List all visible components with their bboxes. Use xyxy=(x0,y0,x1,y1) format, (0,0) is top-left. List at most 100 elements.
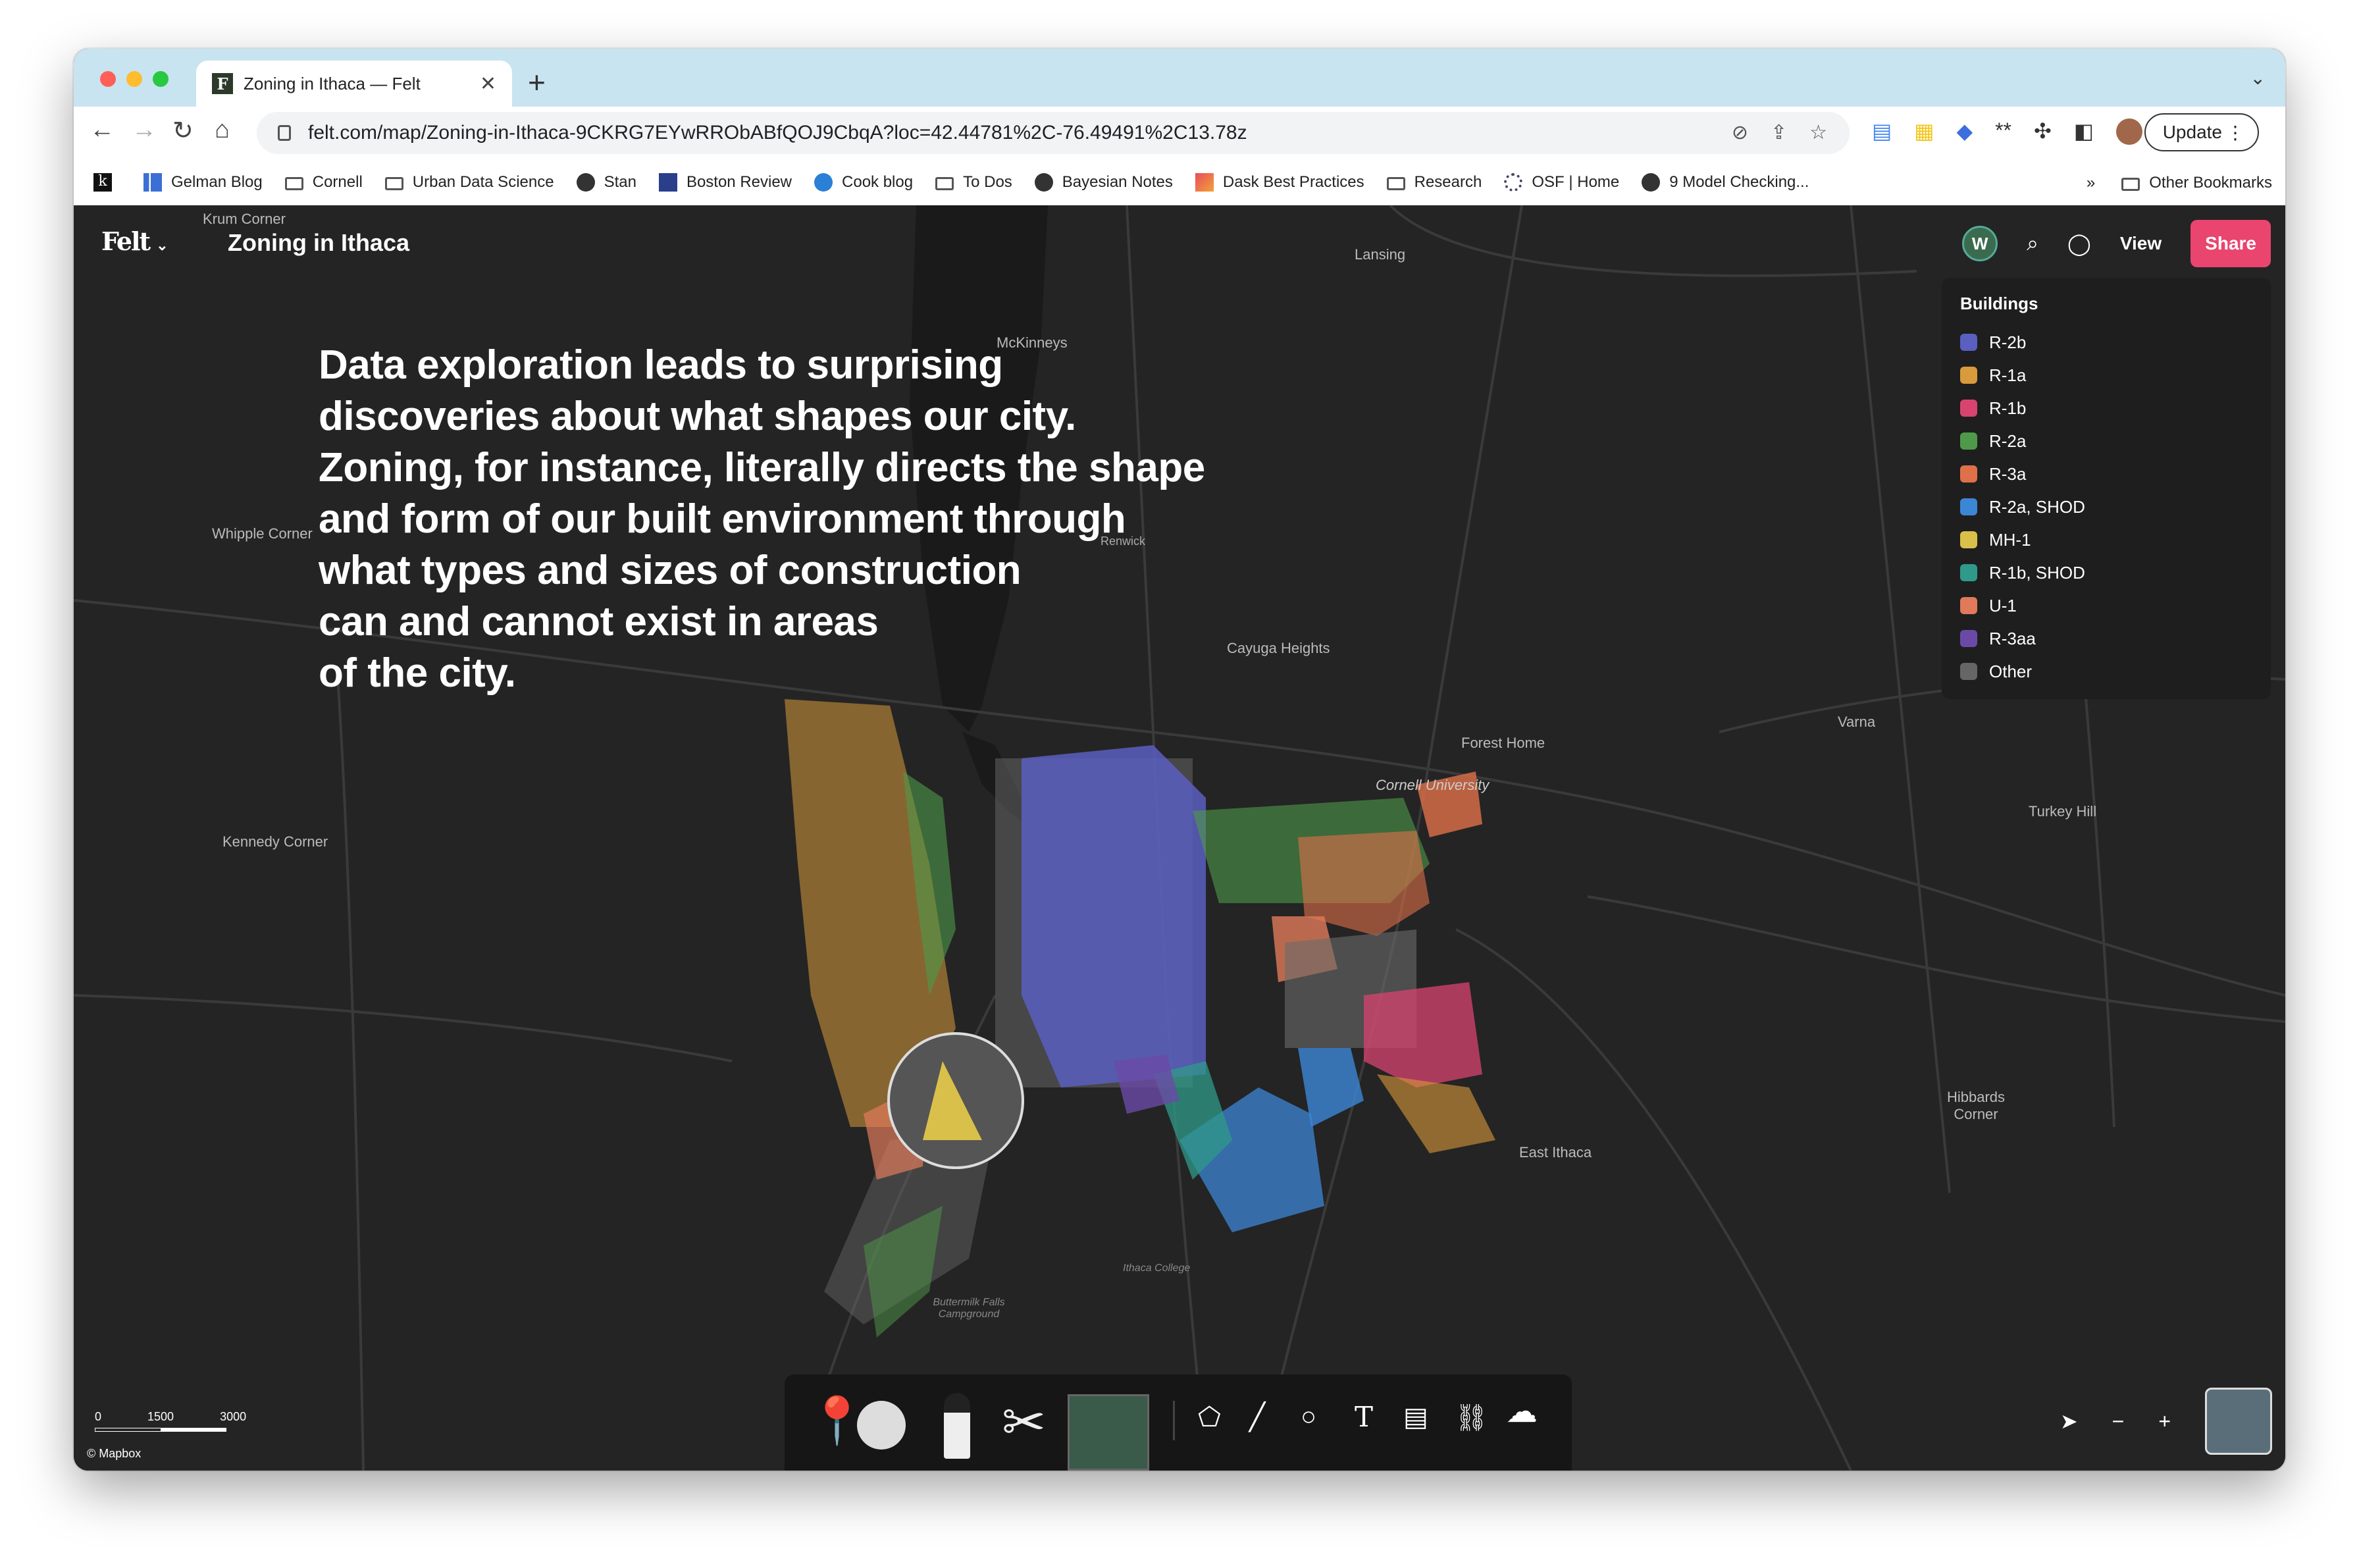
legend-item[interactable]: R-2a xyxy=(1960,425,2252,457)
bookmark-item[interactable]: To Dos xyxy=(935,173,1012,192)
minimize-window-icon[interactable] xyxy=(126,71,142,87)
legend-label: R-2b xyxy=(1989,332,2027,352)
other-bookmarks-label: Other Bookmarks xyxy=(2149,174,2272,192)
note-icon[interactable]: ▤ xyxy=(1403,1402,1428,1432)
line-icon[interactable]: ╱ xyxy=(1249,1402,1265,1432)
legend-item[interactable]: Other xyxy=(1960,655,2252,688)
polygon-icon[interactable]: ⬠ xyxy=(1198,1402,1221,1432)
legend-item[interactable]: R-2b xyxy=(1960,326,2252,359)
upload-icon[interactable]: ☁ xyxy=(1506,1393,1538,1430)
bookmark-item[interactable]: Bayesian Notes xyxy=(1034,172,1173,192)
legend-title: Buildings xyxy=(1960,294,2038,313)
legend-panel: Buildings R-2b R-1a R-1b R-2a R-3a R-2a,… xyxy=(1942,278,2271,699)
bookmarks-bar: k Gelman Blog Cornell Urban Data Science… xyxy=(74,159,2285,205)
drawing-toolbar: 📍 ✂ ⬠ ╱ ○ T ▤ ⛓ ☁ xyxy=(785,1374,1572,1471)
k-icon: k xyxy=(93,172,112,192)
dask-icon xyxy=(1195,172,1214,192)
map-canvas[interactable]: Lansing McKinneys Whipple Corner Kennedy… xyxy=(74,205,2285,1471)
bookmark-item[interactable]: Cook blog xyxy=(814,172,913,192)
basemap-switcher[interactable] xyxy=(2205,1388,2272,1455)
other-bookmarks[interactable]: Other Bookmarks xyxy=(2121,174,2272,192)
osf-icon xyxy=(1504,172,1523,192)
legend-item[interactable]: R-1b xyxy=(1960,392,2252,425)
browser-toolbar: ← → ↻ ⌂ felt.com/map/Zoning-in-Ithaca-9C… xyxy=(74,107,2285,159)
maximize-window-icon[interactable] xyxy=(153,71,168,87)
docs-extension-icon[interactable]: ▤ xyxy=(1872,118,1892,145)
scissors-icon[interactable]: ✂ xyxy=(1002,1392,1046,1453)
marker-icon[interactable] xyxy=(944,1393,970,1459)
legend-item[interactable]: R-1a xyxy=(1960,359,2252,392)
address-bar[interactable]: felt.com/map/Zoning-in-Ithaca-9CKRG7EYwR… xyxy=(257,112,1850,154)
felt-logo-text: Felt xyxy=(101,226,151,256)
bookmark-label: 9 Model Checking... xyxy=(1669,172,1809,191)
map-label: Cayuga Heights xyxy=(1227,640,1330,656)
link-icon[interactable]: ⛓ xyxy=(1455,1402,1488,1433)
bookmark-item[interactable]: Gelman Blog xyxy=(143,172,263,192)
map-label: Forest Home xyxy=(1461,735,1545,751)
reload-icon[interactable]: ↻ xyxy=(172,116,194,145)
legend-item[interactable]: R-2a, SHOD xyxy=(1960,490,2252,523)
folder-icon xyxy=(935,176,954,190)
map-label: Ithaca College xyxy=(1123,1263,1191,1274)
home-icon[interactable]: ⌂ xyxy=(215,116,230,144)
legend-item[interactable]: U-1 xyxy=(1960,589,2252,622)
more-icon[interactable]: ⋮ xyxy=(2226,122,2244,144)
lock-icon xyxy=(278,125,291,141)
circle-icon[interactable]: ○ xyxy=(1301,1402,1316,1432)
zoom-in-icon[interactable]: + xyxy=(2158,1409,2171,1434)
profile-avatar[interactable] xyxy=(2116,118,2143,145)
legend-item[interactable]: MH-1 xyxy=(1960,523,2252,556)
bookmark-k[interactable]: k xyxy=(93,172,121,192)
sidebar-icon[interactable]: ◧ xyxy=(2074,118,2094,145)
bookmark-item[interactable]: Urban Data Science xyxy=(384,172,554,192)
back-icon[interactable]: ← xyxy=(90,116,115,144)
bookmark-item[interactable]: Cornell xyxy=(284,173,363,192)
close-window-icon[interactable] xyxy=(100,71,116,87)
asterisk-extension-icon[interactable]: ** xyxy=(1995,118,2011,145)
legend-item[interactable]: R-1b, SHOD xyxy=(1960,556,2252,589)
tab-felt[interactable]: F Zoning in Ithaca — Felt ✕ xyxy=(196,61,512,107)
felt-logo[interactable]: Felt ⌄ xyxy=(101,226,168,256)
legend-label: R-2a xyxy=(1989,431,2027,451)
sheets-extension-icon[interactable]: ▦ xyxy=(1914,118,1934,145)
puzzle-extensions-icon[interactable]: ✣ xyxy=(2034,118,2052,145)
avatar[interactable]: W xyxy=(1962,226,1998,261)
eye-off-icon[interactable]: ⊘ xyxy=(1732,121,1748,144)
tab-search-chevron-icon[interactable]: ⌄ xyxy=(2250,67,2266,89)
close-tab-icon[interactable]: ✕ xyxy=(480,72,496,95)
bookmark-item[interactable]: Dask Best Practices xyxy=(1195,172,1364,192)
bookmark-item[interactable]: Boston Review xyxy=(658,172,792,192)
share-button[interactable]: Share xyxy=(2190,220,2271,267)
legend-item[interactable]: R-3aa xyxy=(1960,622,2252,655)
forward-icon[interactable]: → xyxy=(132,116,157,144)
map-title[interactable]: Zoning in Ithaca xyxy=(228,229,409,257)
route-icon[interactable] xyxy=(857,1401,906,1450)
new-tab-icon[interactable]: + xyxy=(528,65,546,100)
legend-label: U-1 xyxy=(1989,595,2017,615)
legend-label: R-3aa xyxy=(1989,628,2036,648)
comment-icon[interactable]: ◯ xyxy=(2067,231,2091,256)
legend-item[interactable]: R-3a xyxy=(1960,457,2252,490)
map-label: East Ithaca xyxy=(1519,1144,1592,1161)
bookmark-item[interactable]: OSF | Home xyxy=(1504,172,1619,192)
story-text[interactable]: Data exploration leads to surprising dis… xyxy=(319,340,1240,699)
legend-label: R-3a xyxy=(1989,463,2027,484)
zoom-out-icon[interactable]: − xyxy=(2112,1409,2125,1434)
bookmark-item[interactable]: Research xyxy=(1386,173,1482,192)
toolbar-divider xyxy=(1173,1401,1175,1440)
search-icon[interactable]: ⌕ xyxy=(2027,231,2038,256)
text-icon[interactable]: T xyxy=(1355,1401,1373,1433)
view-button[interactable]: View xyxy=(2120,233,2162,254)
bookmark-item[interactable]: 9 Model Checking... xyxy=(1642,172,1809,192)
share-page-icon[interactable]: ⇪ xyxy=(1771,121,1787,144)
legend-swatch xyxy=(1960,432,1977,450)
bookmark-star-icon[interactable]: ☆ xyxy=(1809,121,1827,144)
update-button[interactable]: Update ⋮ xyxy=(2144,113,2259,151)
bookmarks-overflow-icon[interactable]: » xyxy=(2087,174,2095,192)
attribution[interactable]: © Mapbox xyxy=(87,1447,141,1461)
map-layer-icon[interactable] xyxy=(1068,1394,1149,1471)
bookmark-label: Urban Data Science xyxy=(412,172,554,191)
zotero-extension-icon[interactable]: ◆ xyxy=(1956,118,1973,145)
locate-icon[interactable]: ➤ xyxy=(2060,1409,2078,1434)
bookmark-item[interactable]: Stan xyxy=(576,172,636,192)
